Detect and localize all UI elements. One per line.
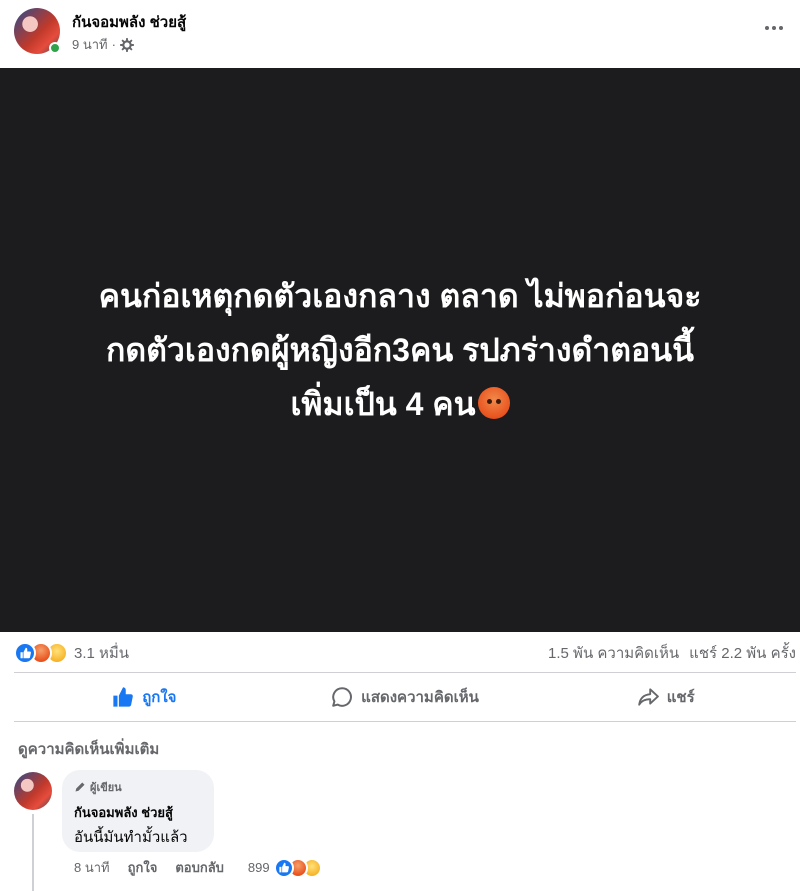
thumbs-up-icon <box>113 687 133 707</box>
like-label: ถูกใจ <box>142 689 177 706</box>
image-text-line-3: เพิ่มเป็น 4 คน <box>30 377 770 431</box>
comment-timestamp[interactable]: 8 นาที <box>74 857 110 878</box>
share-label: แชร์ <box>666 689 695 706</box>
like-reaction-icon <box>273 857 294 878</box>
share-count[interactable]: แชร์ 2.2 พัน ครั้ง <box>689 641 796 665</box>
angry-face-emoji <box>477 387 510 419</box>
share-icon <box>637 688 659 706</box>
post-actions: ถูกใจ แสดงความคิดเห็น แชร์ <box>14 675 796 719</box>
comment-reactions[interactable]: 899 <box>247 857 322 878</box>
more-options-button[interactable] <box>762 16 786 40</box>
reaction-count[interactable]: 3.1 หมื่น <box>74 641 129 665</box>
more-dot <box>779 26 783 30</box>
author-badge: ผู้เขียน <box>74 778 202 796</box>
comment-count[interactable]: 1.5 พัน ความคิดเห็น <box>548 641 679 665</box>
comment-icon <box>332 687 353 707</box>
comment-reply-button[interactable]: ตอบกลับ <box>175 857 224 878</box>
more-dot <box>772 26 776 30</box>
online-status-indicator <box>49 42 61 54</box>
comment-author-name[interactable]: กันจอมพลัง ช่วยสู้ <box>74 802 202 823</box>
comment-bubble: ผู้เขียน กันจอมพลัง ช่วยสู้ อันนี้มันทำม… <box>62 770 214 852</box>
reaction-icons[interactable]: 3.1 หมื่น <box>14 641 129 665</box>
comment-label: แสดงความคิดเห็น <box>361 689 479 706</box>
reply-thread-line <box>32 814 34 891</box>
post-timestamp[interactable]: 9 นาที <box>72 34 108 55</box>
reactions-summary: 3.1 หมื่น 1.5 พัน ความคิดเห็น แชร์ 2.2 พ… <box>14 640 796 666</box>
comment-text: อันนี้มันทำมั้วแล้ว <box>74 829 188 846</box>
gear-icon[interactable] <box>119 37 134 52</box>
comment-reaction-count: 899 <box>247 860 270 875</box>
more-horizontal-icon <box>765 26 769 30</box>
post-image[interactable]: คนก่อเหตุกดตัวเองกลาง ตลาด ไม่พอก่อนจะ ก… <box>0 68 800 632</box>
engagement-stats: 1.5 พัน ความคิดเห็น แชร์ 2.2 พัน ครั้ง <box>548 641 796 665</box>
image-text-line-1: คนก่อเหตุกดตัวเองกลาง ตลาด ไม่พอก่อนจะ <box>98 278 702 314</box>
post-header: กันจอมพลัง ช่วยสู้ 9 นาที · <box>0 0 800 68</box>
like-reaction-icon <box>14 642 36 664</box>
comment-button[interactable]: แสดงความคิดเห็น <box>275 675 536 719</box>
share-button[interactable]: แชร์ <box>535 675 796 719</box>
post-image-text: คนก่อเหตุกดตัวเองกลาง ตลาด ไม่พอก่อนจะ ก… <box>30 269 770 431</box>
divider <box>14 672 796 673</box>
meta-separator: · <box>111 37 116 52</box>
like-button[interactable]: ถูกใจ <box>14 675 275 719</box>
view-more-comments-link[interactable]: ดูความคิดเห็นเพิ่มเติม <box>18 737 159 761</box>
image-text-line-2: กดตัวเองกดผู้หญิงอีก3คน รปภร่างดำตอนนี้ <box>105 332 694 368</box>
post-meta: 9 นาที · <box>72 34 134 55</box>
divider <box>14 721 796 722</box>
pencil-icon <box>75 782 85 792</box>
commenter-avatar[interactable] <box>14 772 52 810</box>
image-text-line-3-text: เพิ่มเป็น 4 คน <box>290 386 476 422</box>
author-badge-label: ผู้เขียน <box>90 782 122 794</box>
comment-actions: 8 นาที ถูกใจ ตอบกลับ 899 <box>74 857 322 878</box>
comment-like-button[interactable]: ถูกใจ <box>128 857 158 878</box>
post-author-name[interactable]: กันจอมพลัง ช่วยสู้ <box>72 10 186 34</box>
